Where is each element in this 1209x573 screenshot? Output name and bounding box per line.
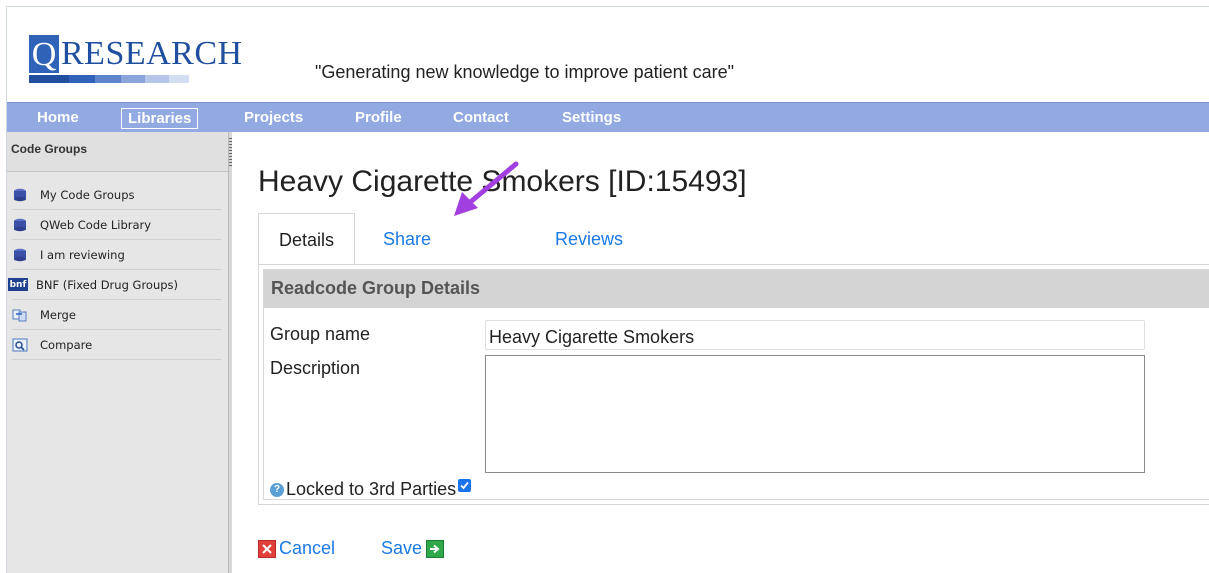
sidebar-title: Code Groups (7, 132, 229, 172)
logo-word: RESEARCH (61, 35, 243, 72)
sidebar-item-i-am-reviewing[interactable]: I am reviewing (12, 240, 221, 270)
qresearch-logo[interactable]: Q RESEARCH (29, 35, 264, 95)
sidebar-item-qweb-code-library[interactable]: QWeb Code Library (12, 210, 221, 240)
cancel-label: Cancel (279, 538, 336, 558)
sidebar-item-compare[interactable]: Compare (12, 330, 221, 360)
section-title: Readcode Group Details (264, 270, 1209, 308)
sidebar: Code Groups My Code Groups QWeb Code Lib… (7, 132, 230, 573)
sidebar-item-bnf[interactable]: bnf BNF (Fixed Drug Groups) (8, 270, 221, 300)
sidebar-item-label: Compare (40, 337, 93, 352)
cancel-icon (258, 539, 276, 558)
compare-icon (12, 338, 28, 352)
sidebar-item-label: BNF (Fixed Drug Groups) (36, 277, 179, 292)
database-icon (12, 188, 28, 202)
group-name-label: Group name (270, 324, 371, 344)
group-name-input[interactable]: Heavy Cigarette Smokers (485, 320, 1145, 350)
tab-reviews[interactable]: Reviews (555, 213, 623, 266)
database-icon (12, 248, 28, 262)
tab-details[interactable]: Details (258, 213, 356, 266)
save-label: Save (381, 538, 423, 558)
details-form: Readcode Group Details Group name Heavy … (263, 269, 1209, 500)
main-nav: Home Libraries Projects Profile Contact … (7, 102, 1209, 132)
nav-settings[interactable]: Settings (562, 103, 621, 133)
cancel-button[interactable]: Cancel (258, 538, 335, 559)
merge-icon (12, 308, 28, 322)
sidebar-splitter[interactable] (228, 132, 232, 573)
locked-checkbox[interactable] (458, 479, 472, 492)
details-panel: Readcode Group Details Group name Heavy … (258, 264, 1209, 505)
arrow-right-icon (426, 539, 445, 558)
sidebar-item-label: Merge (40, 307, 76, 322)
description-textarea[interactable] (485, 355, 1145, 473)
logo-bars (29, 75, 189, 83)
nav-home[interactable]: Home (37, 103, 79, 133)
bnf-icon: bnf (8, 278, 28, 291)
help-icon[interactable]: ? (270, 482, 284, 497)
nav-profile[interactable]: Profile (355, 103, 402, 133)
sidebar-item-label: I am reviewing (40, 247, 125, 262)
sidebar-item-label: My Code Groups (40, 187, 135, 202)
splitter-grip[interactable] (229, 138, 232, 166)
nav-projects[interactable]: Projects (244, 103, 303, 133)
header: Q RESEARCH "Generating new knowledge to … (7, 7, 1209, 102)
nav-contact[interactable]: Contact (453, 103, 509, 133)
locked-label: Locked to 3rd Parties (286, 479, 457, 499)
sidebar-item-my-code-groups[interactable]: My Code Groups (12, 180, 221, 210)
page-title: Heavy Cigarette Smokers [ID:15493] (258, 165, 747, 198)
check-icon (460, 481, 469, 490)
form-actions: Cancel Save (258, 538, 445, 559)
tagline: "Generating new knowledge to improve pat… (315, 62, 735, 82)
sidebar-item-merge[interactable]: Merge (12, 300, 221, 330)
locked-row: ? Locked to 3rd Parties (270, 479, 472, 500)
description-label: Description (270, 358, 361, 378)
database-icon (12, 218, 28, 232)
logo-letter: Q (29, 35, 59, 73)
sidebar-item-label: QWeb Code Library (40, 217, 152, 232)
tab-share-settings[interactable]: Share Settings (383, 213, 448, 301)
save-button[interactable]: Save (381, 538, 445, 559)
sidebar-list: My Code Groups QWeb Code Library I am re… (7, 172, 229, 360)
nav-libraries[interactable]: Libraries (121, 108, 199, 129)
